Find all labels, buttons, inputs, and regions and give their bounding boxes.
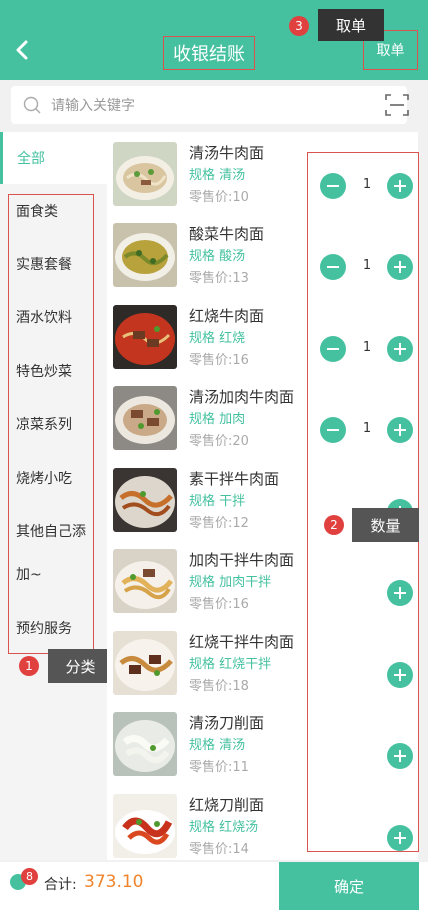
quantity-annotation-box xyxy=(307,152,419,852)
dish-image xyxy=(113,223,177,287)
dish-price: 零售价:16 xyxy=(189,597,249,612)
page-title: 收银结账 xyxy=(163,36,255,70)
dish-price: 零售价:16 xyxy=(189,353,249,368)
dish-price: 零售价:13 xyxy=(189,271,249,286)
dish-price: 零售价:14 xyxy=(189,842,249,857)
dish-image xyxy=(113,142,177,206)
search-bar xyxy=(11,86,409,124)
category-annotation-box xyxy=(8,194,94,654)
dish-name: 加肉干拌牛肉面 xyxy=(189,551,295,569)
category-all-label: 全部 xyxy=(17,151,45,167)
dish-spec: 规格 酸汤 xyxy=(189,249,246,264)
dish-image xyxy=(113,794,177,858)
search-input[interactable] xyxy=(49,94,353,118)
dish-spec: 规格 加肉 xyxy=(189,412,246,427)
dish-name: 清汤刀削面 xyxy=(189,714,265,732)
dish-name: 酸菜牛肉面 xyxy=(189,225,265,243)
dish-image xyxy=(113,549,177,613)
dish-spec: 规格 红烧干拌 xyxy=(189,657,272,672)
dish-image xyxy=(113,386,177,450)
dish-image xyxy=(113,468,177,532)
total-label: 合计: xyxy=(44,877,77,893)
confirm-button[interactable]: 确定 xyxy=(279,862,419,910)
dish-image xyxy=(113,712,177,776)
dish-price: 零售价:11 xyxy=(189,760,249,775)
dish-spec: 规格 清汤 xyxy=(189,738,246,753)
dish-image xyxy=(113,631,177,695)
dish-name: 红烧牛肉面 xyxy=(189,307,265,325)
dish-name: 素干拌牛肉面 xyxy=(189,470,280,488)
category-tooltip: 分类 xyxy=(48,649,113,683)
dish-name: 红烧干拌牛肉面 xyxy=(189,633,295,651)
annotation-badge-3: 3 xyxy=(289,16,309,36)
dish-spec: 规格 清汤 xyxy=(189,168,246,183)
bottom-bar: 8 合计: 373.10 确定 xyxy=(0,862,428,920)
dish-spec: 规格 红烧 xyxy=(189,331,246,346)
cart-count-badge: 8 xyxy=(21,868,38,885)
dish-price: 零售价:18 xyxy=(189,679,249,694)
dish-spec: 规格 加肉干拌 xyxy=(189,575,272,590)
take-order-tooltip: 取单 xyxy=(318,9,384,41)
dish-price: 零售价:20 xyxy=(189,434,249,449)
quantity-tooltip: 数量 xyxy=(352,508,419,542)
search-icon xyxy=(23,96,41,114)
category-all[interactable]: 全部 xyxy=(0,132,107,184)
dish-price: 零售价:12 xyxy=(189,516,249,531)
scan-icon[interactable] xyxy=(385,94,409,116)
dish-spec: 规格 红烧汤 xyxy=(189,820,259,835)
dish-name: 清汤牛肉面 xyxy=(189,144,265,162)
dish-name: 清汤加肉牛肉面 xyxy=(189,388,295,406)
back-arrow-icon[interactable] xyxy=(14,40,30,60)
annotation-badge-1: 1 xyxy=(19,656,39,676)
dish-name: 红烧刀削面 xyxy=(189,796,265,814)
dish-price: 零售价:10 xyxy=(189,190,249,205)
total-value: 373.10 xyxy=(84,872,144,892)
dish-spec: 规格 干拌 xyxy=(189,494,246,509)
dish-image xyxy=(113,305,177,369)
annotation-badge-2: 2 xyxy=(324,515,344,535)
